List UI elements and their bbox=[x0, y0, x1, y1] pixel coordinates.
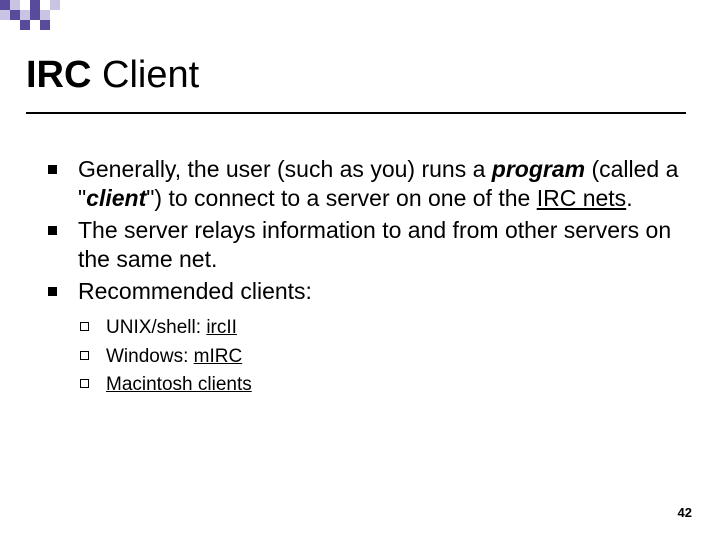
link-macintosh-clients[interactable]: Macintosh clients bbox=[106, 374, 252, 395]
sub-unix: UNIX/shell: ircII bbox=[78, 314, 684, 343]
decorative-squares bbox=[0, 0, 130, 40]
slide-title: IRC Client bbox=[26, 55, 199, 97]
slide-body: Generally, the user (such as you) runs a… bbox=[44, 155, 684, 402]
bullet-2: The server relays information to and fro… bbox=[44, 216, 684, 275]
bullet-3: Recommended clients: UNIX/shell: ircII W… bbox=[44, 277, 684, 400]
title-bold: IRC bbox=[26, 54, 91, 96]
bullet-1: Generally, the user (such as you) runs a… bbox=[44, 155, 684, 214]
link-ircii[interactable]: ircII bbox=[206, 317, 237, 338]
sub-macintosh: Macintosh clients bbox=[78, 371, 684, 400]
title-underline bbox=[26, 112, 686, 114]
link-irc-nets[interactable]: IRC nets bbox=[537, 185, 626, 211]
word-program: program bbox=[492, 156, 585, 182]
title-rest: Client bbox=[91, 54, 199, 96]
link-mirc[interactable]: mIRC bbox=[194, 346, 243, 367]
sub-windows: Windows: mIRC bbox=[78, 343, 684, 372]
page-number: 42 bbox=[678, 505, 692, 520]
word-client: client bbox=[86, 185, 146, 211]
